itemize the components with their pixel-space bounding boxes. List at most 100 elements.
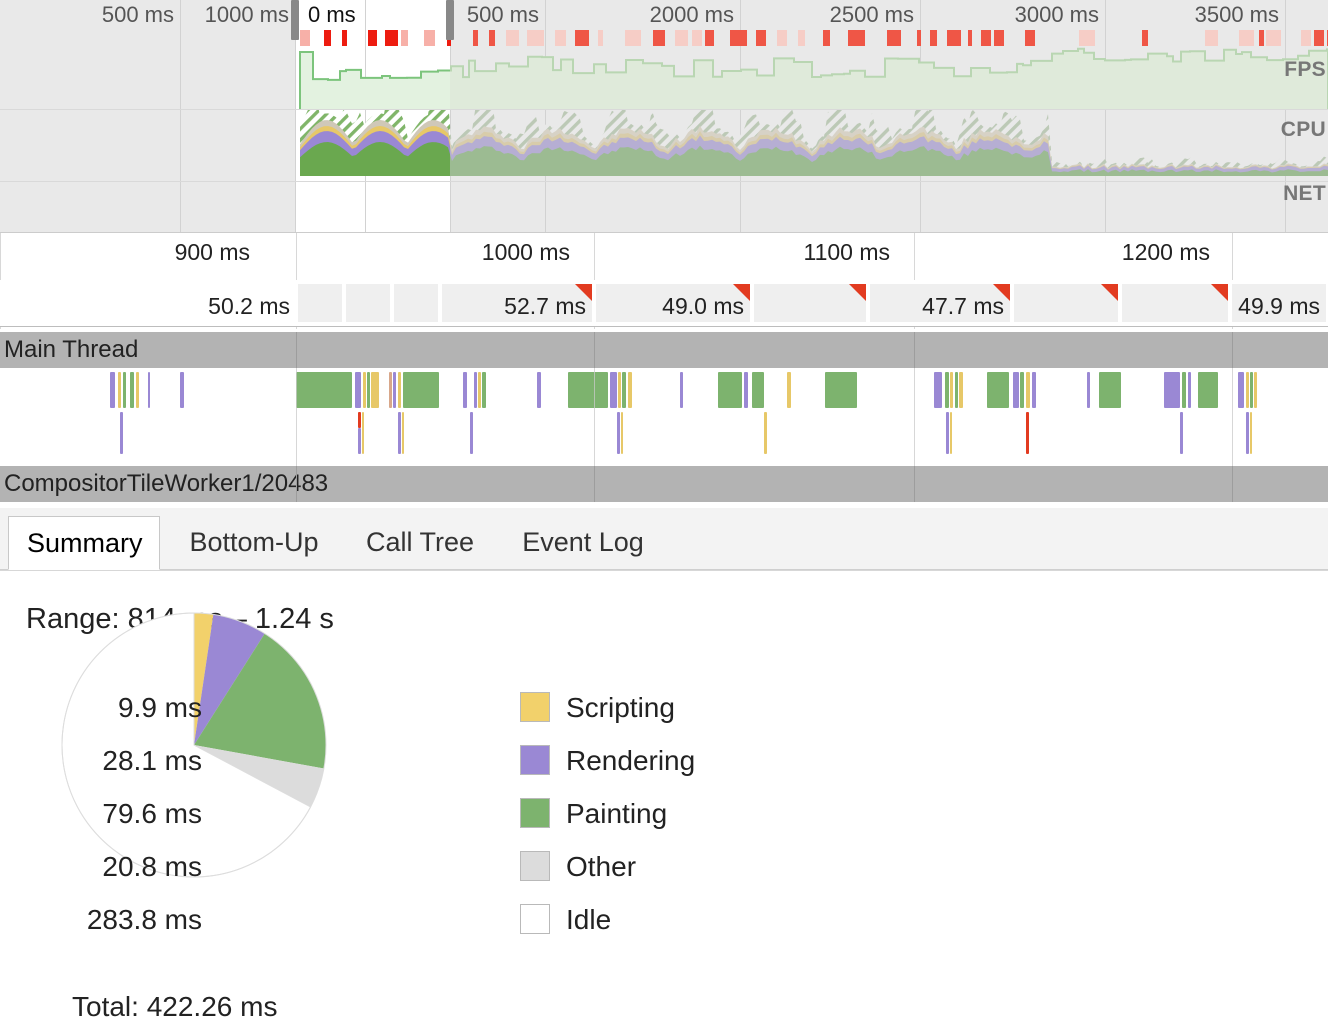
track-header-gridline <box>1232 466 1233 502</box>
flame-bar[interactable] <box>398 372 401 408</box>
flame-bar[interactable] <box>1188 372 1191 408</box>
flame-bar[interactable] <box>1026 372 1030 408</box>
flame-chart-main-thread[interactable] <box>0 368 1328 466</box>
flame-bar[interactable] <box>363 372 366 408</box>
flame-bar[interactable] <box>118 372 121 408</box>
frame-cell[interactable] <box>346 284 392 322</box>
tab-summary[interactable]: Summary <box>8 516 160 570</box>
flame-bar[interactable] <box>568 372 608 408</box>
flame-bar[interactable] <box>628 372 632 408</box>
flame-bar[interactable] <box>1099 372 1121 408</box>
flame-bar[interactable] <box>358 428 361 454</box>
timeline-overview[interactable]: 500 ms 1000 ms 0 ms 500 ms 2000 ms 2500 ms 300… <box>0 0 1328 232</box>
frame-cell[interactable] <box>754 284 868 322</box>
track-header-compositor[interactable]: CompositorTileWorker1/20483 <box>0 466 1328 502</box>
overview-window-handle-left[interactable] <box>291 0 299 40</box>
frame-cell[interactable] <box>1122 284 1230 322</box>
flame-bar[interactable] <box>478 372 481 408</box>
flame-bar[interactable] <box>120 412 123 454</box>
flame-bar[interactable] <box>123 372 126 408</box>
flame-bar[interactable] <box>470 412 473 454</box>
flame-bar[interactable] <box>180 372 184 408</box>
flame-bar[interactable] <box>955 372 958 408</box>
frame-marker <box>947 30 961 46</box>
flame-bar[interactable] <box>950 372 953 408</box>
flame-bar[interactable] <box>1180 412 1183 454</box>
flame-bar[interactable] <box>355 372 361 408</box>
flame-bar[interactable] <box>1013 372 1019 408</box>
flame-bar[interactable] <box>1182 372 1186 408</box>
flame-bar[interactable] <box>1087 372 1090 408</box>
flame-bar[interactable] <box>950 412 952 454</box>
tab-call-tree[interactable]: Call Tree <box>344 516 496 570</box>
flame-bar[interactable] <box>1250 412 1252 454</box>
flame-bar[interactable] <box>1032 372 1036 408</box>
frame-cell[interactable]: 50.2 ms <box>60 284 296 322</box>
flame-bar[interactable] <box>610 372 617 408</box>
frame-cell[interactable]: 47.7 ms <box>870 284 1012 322</box>
flame-bar[interactable] <box>136 372 139 408</box>
overview-window-handle-right[interactable] <box>446 0 454 40</box>
track-header-main-thread[interactable]: Main Thread <box>0 332 1328 368</box>
timeline-ruler: 900 ms 1000 ms 1100 ms 1200 ms <box>0 232 1328 329</box>
flame-bar[interactable] <box>617 412 620 454</box>
tab-bottom-up[interactable]: Bottom-Up <box>168 516 340 570</box>
legend-label: Scripting <box>566 692 675 723</box>
flame-bar[interactable] <box>482 372 486 408</box>
tab-event-log[interactable]: Event Log <box>500 516 666 570</box>
flame-bar[interactable] <box>1246 412 1249 454</box>
flame-bar[interactable] <box>474 372 477 408</box>
flame-bar[interactable] <box>959 372 963 408</box>
flame-bar[interactable] <box>1254 372 1257 408</box>
flame-bar[interactable] <box>621 412 623 454</box>
flame-bar[interactable] <box>787 372 791 408</box>
frames-bar[interactable]: 50.2 ms 52.7 ms 49.0 ms 47.7 ms 49.9 ms <box>0 280 1328 327</box>
flame-bar[interactable] <box>393 372 396 408</box>
flame-bar[interactable] <box>1020 372 1024 408</box>
flame-bar[interactable] <box>371 372 379 408</box>
flame-bar[interactable] <box>1198 372 1218 408</box>
flame-bar[interactable] <box>130 372 134 408</box>
flame-bar[interactable] <box>825 372 857 408</box>
frame-marker <box>401 30 408 46</box>
flame-bar[interactable] <box>362 412 364 454</box>
flame-bar[interactable] <box>1246 372 1249 408</box>
flame-bar[interactable] <box>402 412 404 454</box>
flame-bar[interactable] <box>463 372 467 408</box>
frame-cell[interactable]: 49.9 ms <box>1232 284 1328 322</box>
flame-bar[interactable] <box>934 372 942 408</box>
flame-bar[interactable] <box>622 372 626 408</box>
flame-bar[interactable] <box>945 372 949 408</box>
frame-cell[interactable] <box>1014 284 1120 322</box>
flame-bar[interactable] <box>718 372 742 408</box>
flame-bar[interactable] <box>148 372 150 408</box>
frame-cell[interactable] <box>298 284 344 322</box>
flame-bar[interactable] <box>537 372 541 408</box>
flame-bar[interactable] <box>296 372 352 408</box>
details-tab-bar[interactable]: Summary Bottom-Up Call Tree Event Log <box>0 508 1328 570</box>
flame-bar[interactable] <box>618 372 621 408</box>
flame-bar[interactable] <box>987 372 1009 408</box>
flame-bar[interactable] <box>1164 372 1180 408</box>
flame-bar[interactable] <box>403 372 439 408</box>
flame-bar[interactable] <box>358 412 361 428</box>
flame-bar[interactable] <box>389 372 392 408</box>
frame-cell[interactable]: 49.0 ms <box>596 284 752 322</box>
flame-gridline <box>296 368 297 466</box>
frame-cell[interactable]: 52.7 ms <box>442 284 594 322</box>
legend-swatch-scripting-icon <box>520 692 550 722</box>
flame-bar[interactable] <box>367 372 370 408</box>
flame-bar[interactable] <box>398 412 401 454</box>
devtools-performance-panel: 500 ms 1000 ms 0 ms 500 ms 2000 ms 2500 ms 300… <box>0 0 1328 1022</box>
flame-bar[interactable] <box>680 372 683 408</box>
flame-bar[interactable] <box>1238 372 1244 408</box>
flame-bar[interactable] <box>110 372 115 408</box>
flame-bar[interactable] <box>764 412 767 454</box>
flame-bar[interactable] <box>744 372 748 408</box>
legend-label: Idle <box>566 904 612 935</box>
frame-cell[interactable] <box>394 284 440 322</box>
flame-bar[interactable] <box>1026 412 1029 454</box>
flame-bar[interactable] <box>946 412 949 454</box>
flame-bar[interactable] <box>1250 372 1253 408</box>
flame-bar[interactable] <box>752 372 764 408</box>
